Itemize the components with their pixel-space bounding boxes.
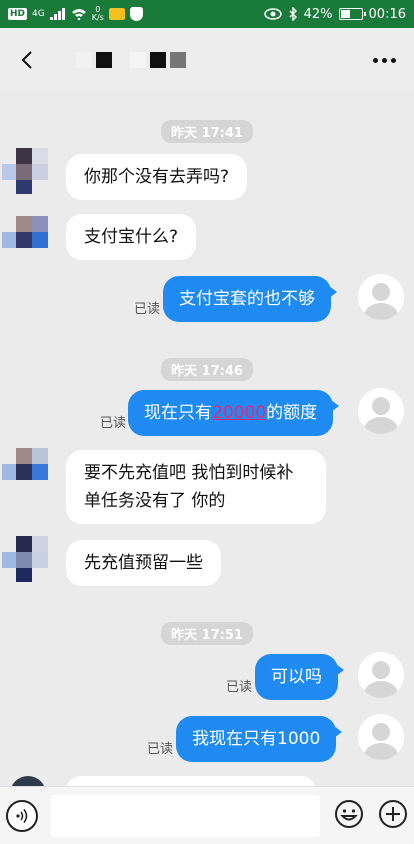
message-bubble[interactable]: 先充值预留一些: [66, 540, 221, 586]
avatar[interactable]: [2, 448, 48, 494]
back-button[interactable]: [12, 44, 44, 76]
hd-badge: HD: [8, 8, 28, 20]
bluetooth-icon: [289, 7, 297, 21]
network-type: 4G: [32, 9, 45, 19]
highlighted-number[interactable]: 20000: [212, 403, 266, 423]
wifi-icon: [71, 9, 86, 20]
avatar[interactable]: [358, 274, 404, 320]
message-bubble-partial[interactable]: [66, 776, 316, 786]
clock: 00:16: [368, 6, 406, 22]
shield-icon: [129, 7, 143, 21]
more-dot: [381, 57, 387, 63]
battery-icon: [338, 8, 366, 20]
notification-app-icon: [108, 8, 125, 20]
input-bar: [0, 786, 414, 844]
message-bubble[interactable]: 我现在只有1000: [176, 716, 343, 762]
contact-name-redacted: [76, 52, 186, 68]
avatar[interactable]: [2, 148, 48, 194]
avatar[interactable]: [358, 714, 404, 760]
chat-area[interactable]: 昨天 17:41 你那个没有去弄吗? 支付宝什么? 已读 支付宝套的也不够 昨天…: [0, 92, 414, 786]
read-receipt: 已读: [147, 742, 174, 757]
plus-button[interactable]: [378, 799, 408, 833]
net-speed: 0 K/s: [91, 5, 104, 22]
chat-header: [0, 28, 414, 92]
message-bubble[interactable]: 要不先充值吧 我怕到时候补单任务没有了 你的: [66, 450, 326, 524]
timestamp: 昨天 17:46: [161, 358, 253, 381]
more-dot: [390, 57, 396, 63]
avatar[interactable]: [358, 388, 404, 434]
signal-icon: [49, 8, 65, 20]
message-bubble[interactable]: 你那个没有去弄吗?: [66, 154, 248, 200]
battery-percent: 42%: [303, 6, 333, 22]
status-bar: HD 4G 0 K/s 42% 00:16: [0, 0, 414, 28]
read-receipt: 已读: [226, 680, 253, 695]
plus-icon: [379, 799, 407, 828]
voice-icon: [16, 808, 28, 823]
read-receipt: 已读: [134, 302, 161, 317]
timestamp: 昨天 17:41: [161, 120, 253, 143]
more-dot: [372, 57, 378, 63]
message-bubble[interactable]: 支付宝什么?: [66, 214, 197, 260]
message-bubble[interactable]: 支付宝套的也不够: [163, 276, 337, 322]
avatar[interactable]: [358, 652, 404, 698]
avatar[interactable]: [10, 776, 46, 786]
timestamp: 昨天 17:51: [161, 622, 253, 645]
more-button[interactable]: [366, 44, 402, 76]
message-bubble[interactable]: 可以吗: [255, 654, 344, 700]
emoji-button[interactable]: [334, 799, 364, 833]
voice-button[interactable]: [6, 799, 38, 832]
eye-icon: [263, 8, 282, 20]
avatar[interactable]: [2, 216, 48, 262]
read-receipt: 已读: [100, 416, 127, 431]
message-bubble[interactable]: 现在只有20000的额度: [128, 390, 340, 436]
chevron-left-icon: [21, 51, 32, 69]
emoji-icon: [335, 799, 363, 828]
avatar[interactable]: [2, 536, 48, 582]
message-input[interactable]: [50, 794, 320, 837]
